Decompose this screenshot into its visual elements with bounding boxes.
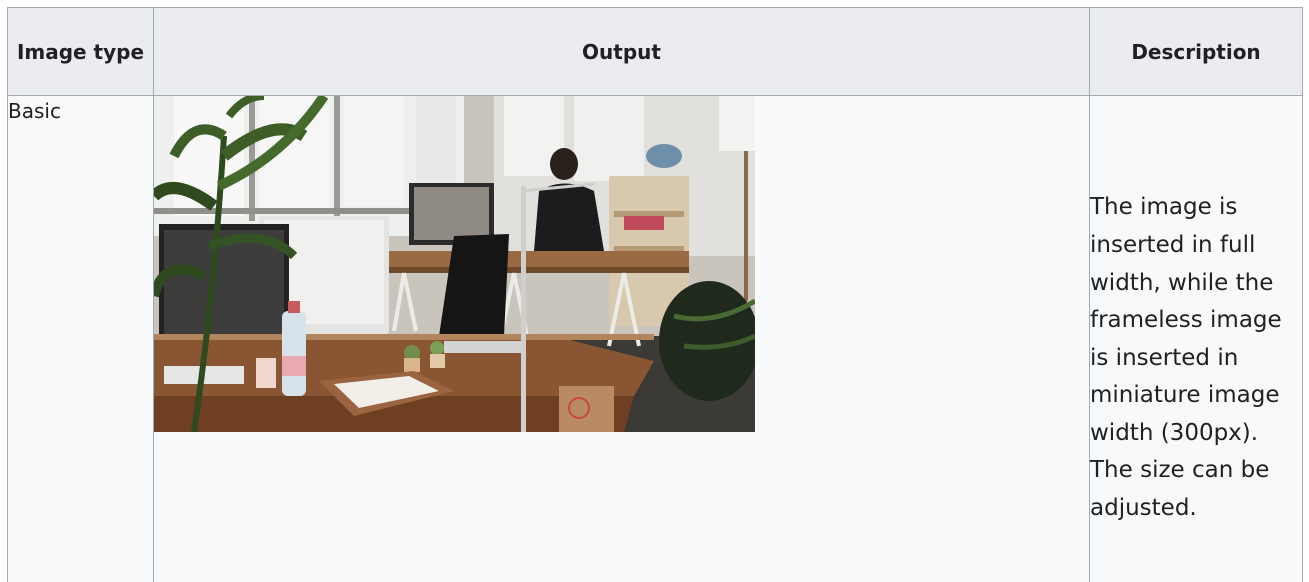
cell-output bbox=[153, 95, 1090, 582]
cell-description: The image is inserted in full width, whi… bbox=[1089, 95, 1303, 582]
cell-image-type: Basic bbox=[7, 95, 154, 582]
header-output: Output bbox=[153, 7, 1090, 96]
table-header-row: Image type Output Description bbox=[7, 7, 1303, 96]
header-description: Description bbox=[1089, 7, 1303, 96]
table-row: Basic The image is inserted in full widt… bbox=[7, 95, 1303, 582]
page: Image type Output Description Basic The … bbox=[0, 0, 1309, 582]
description-text: The image is inserted in full width, whi… bbox=[1090, 194, 1282, 522]
image-types-table: Image type Output Description Basic The … bbox=[7, 7, 1303, 582]
header-image-type: Image type bbox=[7, 7, 154, 96]
office-photo[interactable] bbox=[154, 96, 755, 432]
